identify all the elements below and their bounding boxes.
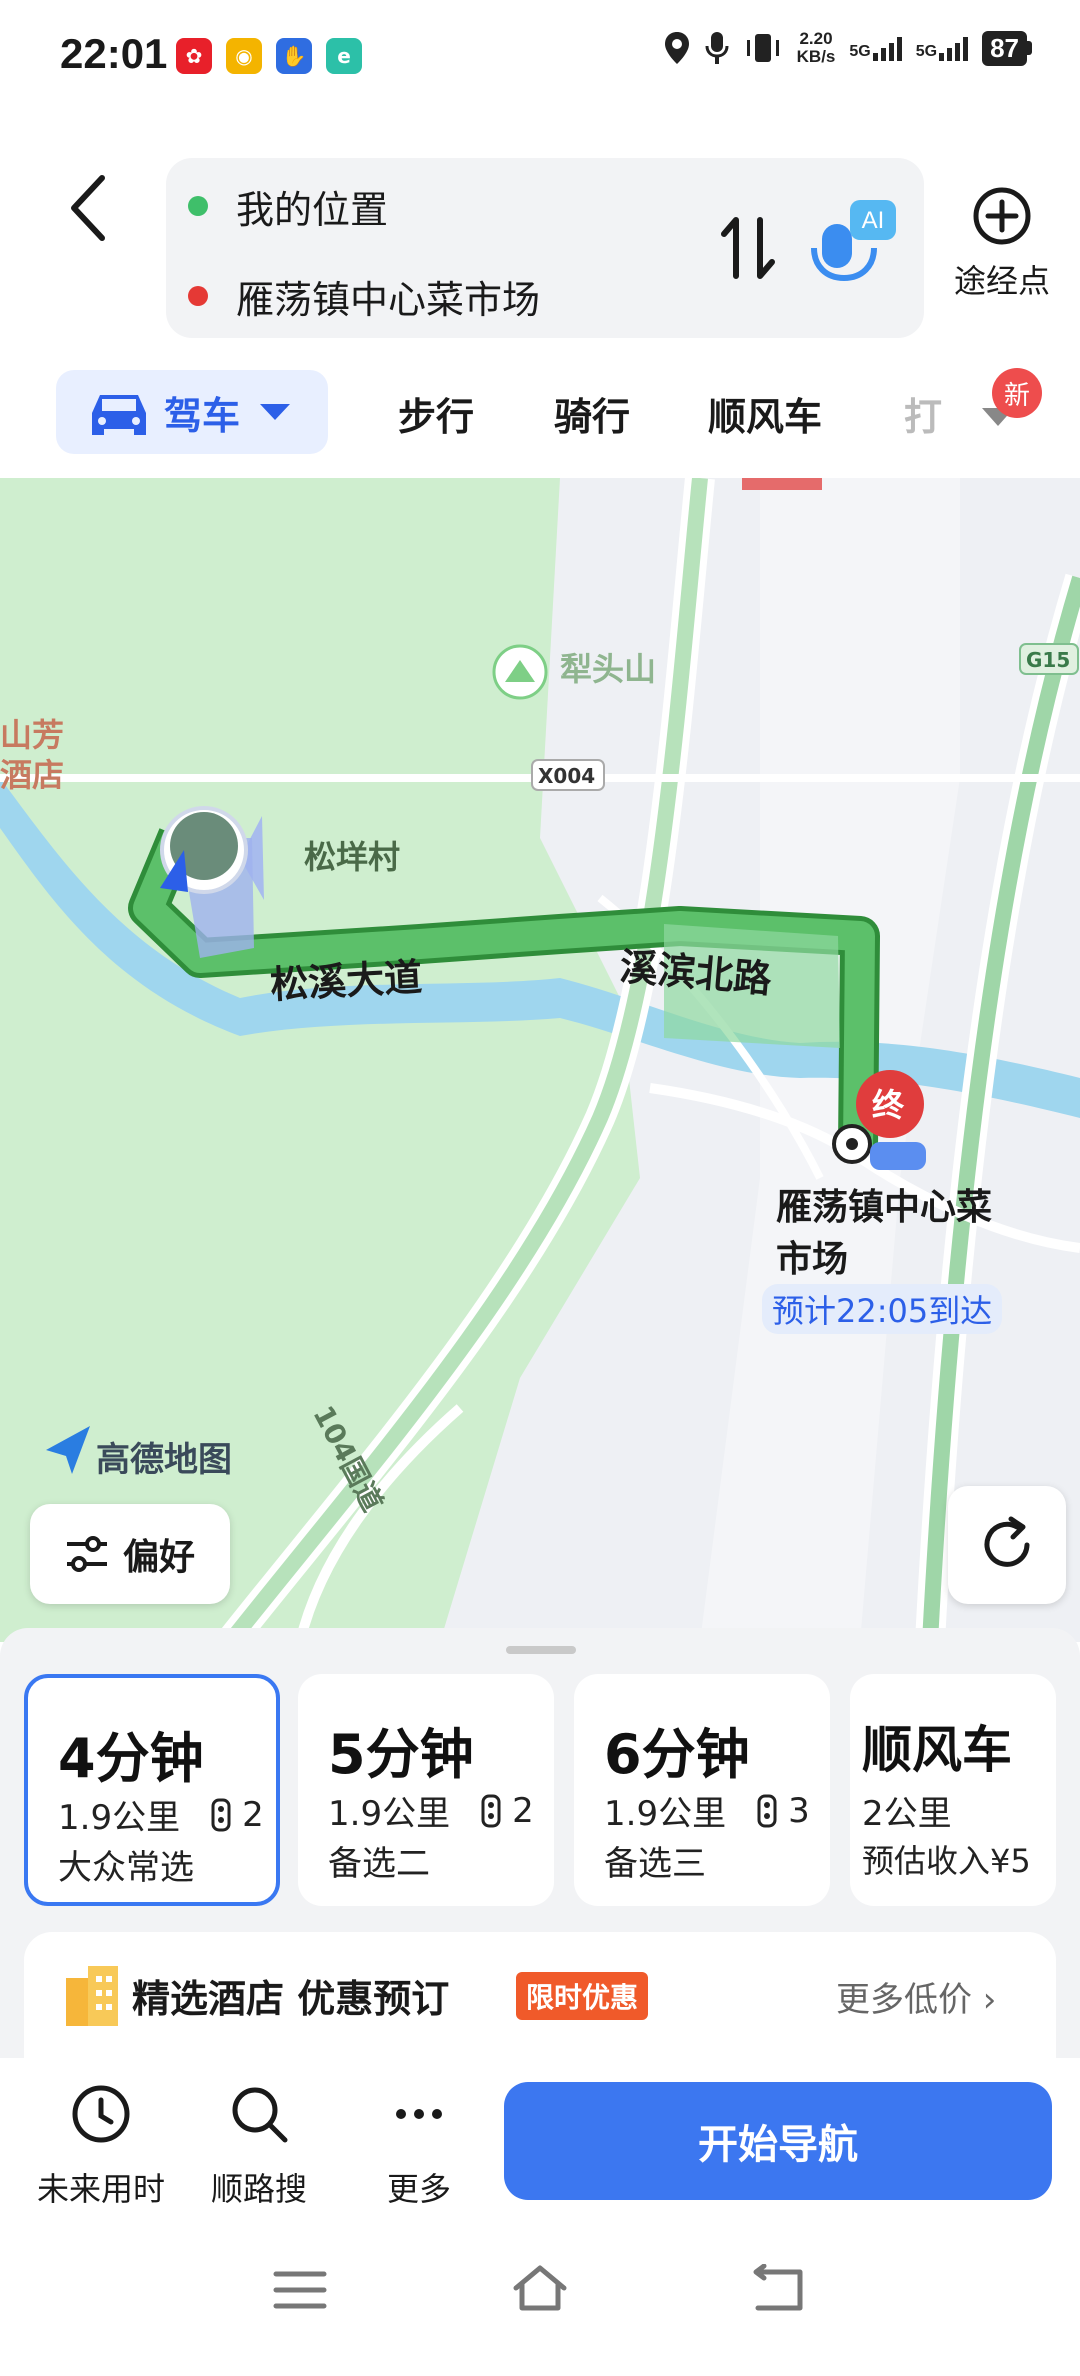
destination-dot-icon: [188, 286, 208, 306]
battery-icon: 87: [982, 30, 1032, 66]
net-speed: 2.20 KB/s: [796, 29, 836, 66]
more-dots-icon: [396, 2109, 442, 2119]
hotel-building-icon: [66, 1966, 118, 2026]
route-option-card[interactable]: 5分钟 1.9公里 2 备选二: [298, 1674, 554, 1906]
preference-label: 偏好: [122, 1537, 195, 1578]
route-option-card[interactable]: 4分钟 1.9公里 2 大众常选: [24, 1674, 280, 1906]
carpool-distance: 2公里: [862, 1794, 952, 1834]
system-navigation-bar: [0, 2238, 1080, 2376]
refresh-button[interactable]: [948, 1486, 1066, 1604]
microphone-icon: [705, 32, 729, 64]
baidu-icon: ✋: [276, 38, 312, 74]
route-time: 5分钟: [328, 1723, 474, 1786]
carpool-income: 预估收入¥5: [862, 1842, 1031, 1880]
tab-drive-label: 驾车: [164, 393, 241, 438]
back-nav-icon[interactable]: [752, 2264, 808, 2314]
home-icon[interactable]: [510, 2262, 570, 2314]
along-route-search-button[interactable]: 顺路搜: [184, 2082, 334, 2210]
map-view[interactable]: 犁头山 松垟村 松溪大道 溪滨北路 X004 G15 104国道 山芳 酒店 终…: [0, 478, 1080, 1642]
tab-walk[interactable]: 步行: [398, 386, 474, 441]
brand-label: 高德地图: [96, 1440, 232, 1480]
swap-route-button[interactable]: [718, 212, 778, 284]
swap-arrows-icon: [721, 217, 775, 279]
carpool-option-card[interactable]: 顺风车 2公里 预估收入¥5: [850, 1674, 1056, 1906]
future-time-label: 未来用时: [36, 2170, 165, 2208]
tab-drive[interactable]: 驾车: [56, 370, 328, 454]
signal-sim2-icon: 5G: [916, 35, 969, 61]
travel-mode-tabs: 驾车 步行 骑行 顺风车 打 新: [0, 368, 1080, 468]
search-icon: [232, 2087, 288, 2143]
road-shield-x004: X004: [538, 764, 596, 788]
origin-dot-icon: [188, 196, 208, 216]
ai-mic-icon: AI: [811, 200, 896, 282]
route-tag: 备选二: [328, 1844, 430, 1884]
origin-field[interactable]: 我的位置: [188, 176, 388, 236]
ai-label: AI: [862, 207, 885, 234]
map-label-songyang: 松垟村: [304, 838, 401, 876]
ai-voice-button[interactable]: AI: [810, 194, 900, 294]
notification-icons: ✿ ◉ ✋ e: [176, 38, 362, 74]
destination-map-label-2: 市场: [776, 1239, 849, 1280]
status-indicators: 2.20 KB/s 5G 5G 87: [663, 30, 1032, 66]
vibrate-icon: [746, 34, 779, 62]
waypoint-label: 途经点: [953, 262, 1050, 300]
more-deals-link[interactable]: 更多低价 ›: [836, 1972, 996, 2021]
location-icon: [664, 32, 689, 64]
route-option-card[interactable]: 6分钟 1.9公里 3 备选三: [574, 1674, 830, 1906]
start-navigation-button[interactable]: 开始导航: [504, 2082, 1052, 2200]
menu-icon[interactable]: [272, 2268, 328, 2312]
future-time-button[interactable]: 未来用时: [26, 2082, 176, 2210]
eta-badge: 预计22:05到达: [762, 1284, 1003, 1334]
route-time: 4分钟: [58, 1727, 204, 1790]
tab-carpool[interactable]: 顺风车: [708, 386, 822, 441]
traffic-light-icon: [481, 1794, 501, 1827]
hotel-promo-title: 精选酒店 优惠预订: [132, 1977, 450, 2021]
route-time: 6分钟: [604, 1723, 750, 1786]
tab-bike[interactable]: 骑行: [554, 386, 630, 441]
panel-drag-handle[interactable]: [506, 1646, 576, 1654]
route-meta: 1.9公里 3: [604, 1790, 810, 1835]
more-button[interactable]: 更多: [344, 2082, 494, 2210]
destination-map-label-1: 雁荡镇中心菜: [776, 1187, 993, 1228]
status-bar: 22:01 ✿ ◉ ✋ e 2.20 KB/s 5G 5G 87: [0, 0, 1080, 118]
route-meta: 1.9公里 2: [328, 1790, 534, 1835]
carpool-title: 顺风车: [862, 1721, 1012, 1779]
app-notification-icon: ✿: [176, 38, 212, 74]
traffic-light-icon: [211, 1798, 231, 1831]
chevron-down-icon: [260, 404, 291, 420]
browser-icon: e: [326, 38, 362, 74]
limited-offer-badge: 限时优惠: [516, 1972, 649, 2020]
status-time: 22:01: [60, 30, 168, 77]
more-label: 更多: [386, 2170, 451, 2208]
route-tag: 备选三: [604, 1844, 706, 1884]
road-shield-g15: G15: [1026, 648, 1071, 672]
origin-text: 我的位置: [236, 187, 389, 232]
refresh-icon: [984, 1516, 1030, 1567]
map-label-songxi-road: 松溪大道: [269, 955, 424, 1007]
route-meta: 1.9公里 2: [58, 1794, 264, 1839]
destination-text: 雁荡镇中心菜市场: [236, 277, 541, 322]
add-circle-icon: [973, 187, 1031, 245]
back-arrow-icon: [71, 175, 105, 241]
traffic-light-icon: [757, 1794, 777, 1827]
weibo-icon: ◉: [226, 38, 262, 74]
preference-button[interactable]: 偏好: [30, 1504, 230, 1604]
destination-field[interactable]: 雁荡镇中心菜市场: [188, 266, 540, 326]
car-icon: [92, 395, 146, 435]
signal-sim1-icon: 5G: [849, 35, 902, 61]
tab-taxi[interactable]: 打: [904, 386, 942, 441]
route-tag: 大众常选: [58, 1848, 194, 1888]
map-label-lishan: 犁头山: [560, 650, 657, 688]
clock-icon: [72, 2085, 130, 2143]
back-button[interactable]: [56, 168, 126, 248]
sliders-icon: [66, 1536, 107, 1572]
map-label-left-poi-2: 酒店: [0, 756, 65, 794]
end-marker-label: 终: [872, 1086, 905, 1124]
new-badge: 新: [992, 368, 1042, 418]
along-route-label: 顺路搜: [210, 2170, 307, 2208]
add-waypoint-button[interactable]: 途经点: [940, 186, 1064, 306]
